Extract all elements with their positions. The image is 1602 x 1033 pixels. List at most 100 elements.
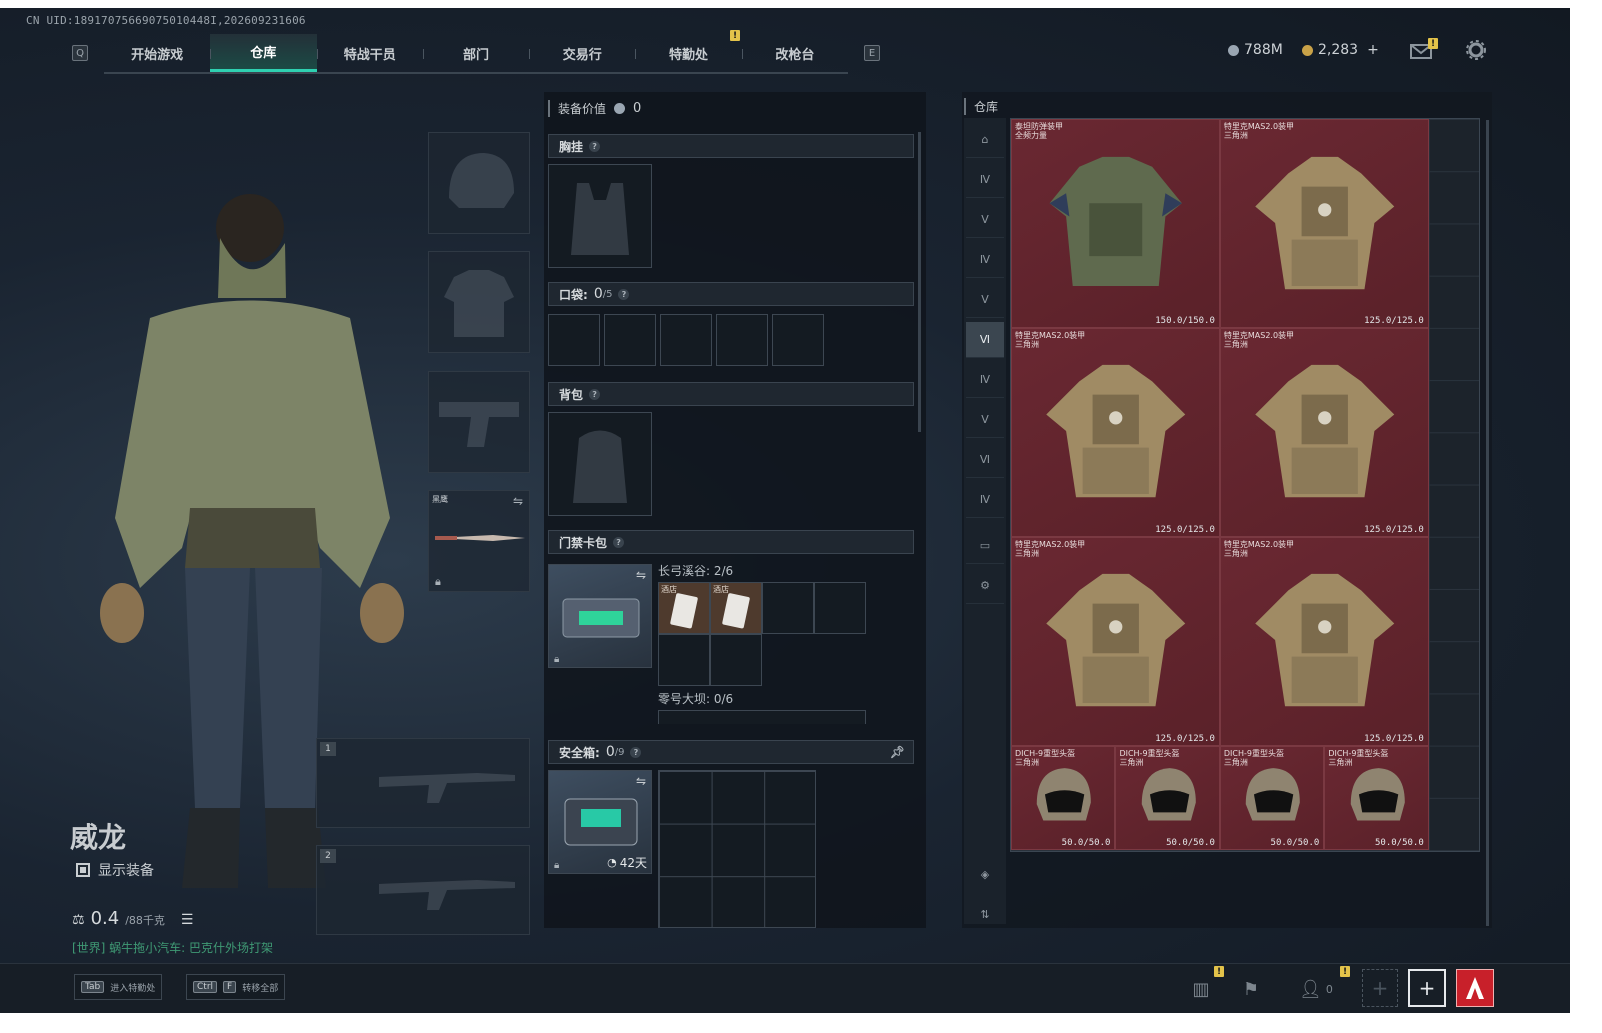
item-title: 特里克MAS2.0装甲 xyxy=(1223,539,1295,549)
settings-button[interactable] xyxy=(1465,39,1487,61)
key-slot-row[interactable] xyxy=(658,710,866,724)
hotkey-enter-special-ops[interactable]: Tab 进入特勤处 xyxy=(74,974,163,1000)
storage-layers-button[interactable]: ◈ xyxy=(966,856,1004,892)
storage-tab-home[interactable]: ⌂ xyxy=(966,122,1004,158)
storage-settings[interactable]: ⚙ xyxy=(966,568,1004,604)
storage-tab[interactable]: Ⅴ xyxy=(966,282,1004,318)
loadout-value-amount: 0 xyxy=(633,101,642,116)
pocket-slot[interactable] xyxy=(716,314,768,366)
carry-weight: ⚖ 0.4 /88千克 ☰ xyxy=(72,908,193,929)
storage-sort-button[interactable]: ⇅ xyxy=(966,896,1004,932)
swap-icon[interactable]: ⇋ xyxy=(636,774,646,788)
helmet-image xyxy=(1350,767,1405,821)
primary-weapon-slot[interactable]: 1 xyxy=(316,738,530,828)
friends-notif-badge: ! xyxy=(1340,966,1350,977)
item-name: 特里克MAS2.0装甲 三角洲 xyxy=(1015,331,1085,349)
key-item[interactable]: 酒店 xyxy=(710,582,762,634)
key-slot[interactable] xyxy=(658,634,710,686)
key-slot[interactable] xyxy=(814,582,866,634)
safebox-slot[interactable]: ⇋ 🔒︎ ◔ 42天 xyxy=(548,770,652,874)
storage-item[interactable]: 泰坦防弹装甲 全频力量 150.0/150.0 xyxy=(1011,119,1220,328)
storage-tab[interactable]: Ⅳ xyxy=(966,162,1004,198)
storage-item[interactable]: DICH-9重型头盔 三角洲 50.0/50.0 xyxy=(1219,745,1325,851)
world-chat-message[interactable]: [世界] 蜗牛拖小汽车: 巴克什外场打架 xyxy=(72,939,273,956)
tab-department[interactable]: 部门 xyxy=(422,34,529,72)
storage-tab-tag[interactable]: ▭ xyxy=(966,528,1004,564)
gold-currency[interactable]: 2,283 + xyxy=(1302,42,1379,58)
tab-gunsmith[interactable]: 改枪台 xyxy=(741,34,848,72)
friends-button[interactable]: 👤︎ 0 xyxy=(1296,974,1336,1004)
help-icon[interactable]: ? xyxy=(589,388,601,400)
secondary-weapon-slot[interactable]: 2 xyxy=(316,845,530,935)
flag-icon: ⚑ xyxy=(1242,978,1260,1000)
tag-icon: ▭ xyxy=(979,539,991,552)
storage-item[interactable]: 特里克MAS2.0装甲 三角洲 125.0/125.0 xyxy=(1219,536,1429,746)
silver-currency[interactable]: 788M xyxy=(1228,42,1283,58)
storage-grid[interactable]: 泰坦防弹装甲 全频力量 150.0/150.0 特里克MAS2.0装甲 三角洲 125.0… xyxy=(1010,118,1480,852)
key-slot[interactable] xyxy=(710,634,762,686)
item-title: 泰坦防弹装甲 xyxy=(1015,122,1063,131)
show-equipment-label: 显示装备 xyxy=(98,863,154,879)
storage-item[interactable]: 特里克MAS2.0装甲 三角洲 125.0/125.0 xyxy=(1219,327,1429,537)
storage-tab[interactable]: Ⅳ xyxy=(966,482,1004,518)
tab-operators[interactable]: 特战干员 xyxy=(316,34,423,72)
pocket-slot[interactable] xyxy=(772,314,824,366)
pistol-slot[interactable] xyxy=(428,371,530,473)
tab-special-ops[interactable]: 特勤处 xyxy=(635,34,741,72)
weapon-slot-index: 2 xyxy=(320,849,336,863)
key-item[interactable]: 酒店 xyxy=(658,582,710,634)
player-uid: CN UID:18917075669075010448I,20260923160… xyxy=(26,14,306,27)
hotkey-label: 转移全部 xyxy=(242,983,279,994)
player-avatar[interactable] xyxy=(1456,969,1494,1007)
help-icon[interactable]: ? xyxy=(618,288,630,300)
swap-icon[interactable]: ⇋ xyxy=(636,568,646,582)
storage-tab[interactable]: Ⅳ xyxy=(966,242,1004,278)
nav-next-key[interactable]: E xyxy=(864,45,880,61)
list-icon[interactable]: ☰ xyxy=(181,912,194,928)
nav-prev-key[interactable]: Q xyxy=(72,45,88,61)
pocket-slot[interactable] xyxy=(604,314,656,366)
gold-add-button[interactable]: + xyxy=(1367,42,1379,58)
hotkey-transfer-all[interactable]: Ctrl F 转移全部 xyxy=(186,974,286,1000)
storage-tab[interactable]: Ⅴ xyxy=(966,202,1004,238)
storage-item[interactable]: DICH-9重型头盔 三角洲 50.0/50.0 xyxy=(1324,745,1429,851)
storage-item[interactable]: 特里克MAS2.0装甲 三角洲 125.0/125.0 xyxy=(1219,119,1429,328)
pocket-slot[interactable] xyxy=(660,314,712,366)
help-icon[interactable]: ? xyxy=(589,140,601,152)
storage-item[interactable]: 特里克MAS2.0装甲 三角洲 125.0/125.0 xyxy=(1011,327,1220,537)
helmet-slot[interactable] xyxy=(428,132,530,234)
backpack-slot[interactable] xyxy=(548,412,652,516)
help-icon[interactable]: ? xyxy=(630,746,642,758)
show-equipment-toggle[interactable]: 显示装备 xyxy=(76,860,154,880)
swap-icon[interactable]: ⇋ xyxy=(513,494,523,508)
loadout-scrollbar[interactable] xyxy=(918,132,921,432)
checkbox[interactable] xyxy=(76,863,90,877)
armor-slot[interactable] xyxy=(428,251,530,353)
storage-tab[interactable]: Ⅵ xyxy=(966,442,1004,478)
storage-item[interactable]: DICH-9重型头盔 三角洲 50.0/50.0 xyxy=(1115,745,1220,851)
safebox-grid[interactable] xyxy=(658,770,816,928)
tier-icon: Ⅳ xyxy=(979,253,991,266)
pocket-slot[interactable] xyxy=(548,314,600,366)
storage-tab-active[interactable]: Ⅵ xyxy=(966,322,1004,358)
storage-item[interactable]: 特里克MAS2.0装甲 三角洲 125.0/125.0 xyxy=(1011,536,1220,746)
help-icon[interactable]: ? xyxy=(613,536,625,548)
tab-warehouse[interactable]: 仓库 xyxy=(210,34,317,72)
flag-button[interactable]: ⚑ xyxy=(1236,974,1266,1004)
storage-tab[interactable]: Ⅳ xyxy=(966,362,1004,398)
storage-scrollbar[interactable] xyxy=(1486,120,1489,926)
loadout-value: 装备价值 0 xyxy=(548,100,641,117)
storage-item[interactable]: DICH-9重型头盔 三角洲 50.0/50.0 xyxy=(1011,745,1116,851)
stats-button[interactable]: ▥ xyxy=(1186,974,1216,1004)
invite-slot-selected[interactable]: + xyxy=(1408,969,1446,1007)
key-slot[interactable] xyxy=(762,582,814,634)
tab-market[interactable]: 交易行 xyxy=(529,34,635,72)
tab-start-game[interactable]: 开始游戏 xyxy=(104,34,210,72)
chest-rig-slot[interactable] xyxy=(548,164,652,268)
invite-slot[interactable]: + xyxy=(1362,969,1398,1007)
keycard-case-slot[interactable]: ⇋ 🔒︎ xyxy=(548,564,652,668)
backpack-header: 背包 ? xyxy=(548,382,914,406)
melee-slot[interactable]: 黑鹰 ⇋ 🔒︎ xyxy=(428,490,530,592)
pin-icon[interactable]: 📌︎ xyxy=(890,745,905,759)
storage-tab[interactable]: Ⅴ xyxy=(966,402,1004,438)
